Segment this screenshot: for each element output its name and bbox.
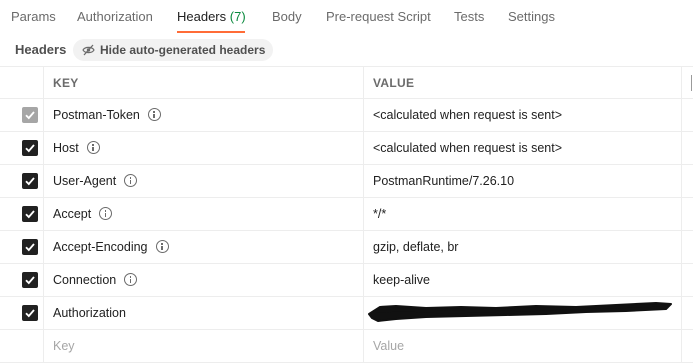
eye-off-icon: [82, 44, 95, 56]
header-value-cell[interactable]: gzip, deflate, br: [364, 231, 682, 264]
redacted-scribble: [368, 302, 672, 322]
header-key-cell[interactable]: Accept-Encoding: [44, 231, 364, 264]
row-checkbox[interactable]: [22, 272, 38, 288]
hide-auto-generated-headers-label: Hide auto-generated headers: [100, 43, 266, 57]
row-checkbox[interactable]: [22, 107, 38, 123]
table-row: Accept */*: [0, 198, 693, 231]
check-icon: [25, 144, 35, 153]
row-checkbox[interactable]: [22, 173, 38, 189]
header-value-cell[interactable]: keep-alive: [364, 264, 682, 297]
tab-authorization[interactable]: Authorization: [77, 9, 153, 24]
header-key: User-Agent: [53, 174, 117, 188]
table-row: Postman-Token <calculated when request i…: [0, 99, 693, 132]
row-checkbox[interactable]: [22, 140, 38, 156]
header-key-cell[interactable]: User-Agent: [44, 165, 364, 198]
tab-params[interactable]: Params: [11, 9, 56, 24]
header-key: Accept-Encoding: [53, 240, 148, 254]
active-tab-indicator: [177, 31, 245, 33]
header-value-cell[interactable]: <calculated when request is sent>: [364, 99, 682, 132]
check-icon: [25, 276, 35, 285]
header-key-cell[interactable]: Host: [44, 132, 364, 165]
table-row: Authorization: [0, 297, 693, 330]
new-header-row: Key Value: [0, 330, 693, 363]
key-column-header: KEY: [44, 67, 364, 100]
new-value-input[interactable]: Value: [364, 330, 682, 363]
header-key-cell[interactable]: Authorization: [44, 297, 364, 330]
info-icon[interactable]: [124, 174, 138, 187]
table-row: Connection keep-alive: [0, 264, 693, 297]
info-icon[interactable]: [155, 240, 169, 253]
header-value-cell[interactable]: [364, 297, 682, 330]
tab-headers-label: Headers: [177, 9, 227, 24]
header-value-cell[interactable]: <calculated when request is sent>: [364, 132, 682, 165]
check-icon: [25, 243, 35, 252]
header-key-cell[interactable]: Accept: [44, 198, 364, 231]
new-key-input[interactable]: Key: [44, 330, 364, 363]
header-key: Host: [53, 141, 79, 155]
hide-auto-generated-headers-button[interactable]: Hide auto-generated headers: [73, 39, 274, 61]
headers-section-title: Headers: [15, 42, 67, 57]
tab-headers[interactable]: Headers (7): [177, 9, 246, 24]
check-icon: [25, 210, 35, 219]
info-icon[interactable]: [124, 273, 138, 286]
header-key: Postman-Token: [53, 108, 140, 122]
row-checkbox[interactable]: [22, 239, 38, 255]
request-tabs: Params Authorization Headers (7) Body Pr…: [0, 0, 693, 34]
header-value-cell[interactable]: PostmanRuntime/7.26.10: [364, 165, 682, 198]
row-checkbox[interactable]: [22, 305, 38, 321]
check-icon: [25, 309, 35, 318]
header-value-cell[interactable]: */*: [364, 198, 682, 231]
header-key: Connection: [53, 273, 117, 287]
table-row: Accept-Encoding gzip, deflate, br: [0, 231, 693, 264]
column-resize-handle[interactable]: [682, 67, 693, 100]
info-icon[interactable]: [99, 207, 113, 220]
check-icon: [25, 111, 35, 120]
headers-toolbar: Headers Hide auto-generated headers: [0, 34, 693, 66]
tab-body[interactable]: Body: [272, 9, 302, 24]
row-checkbox[interactable]: [22, 206, 38, 222]
headers-count-badge: (7): [229, 9, 246, 24]
tab-tests[interactable]: Tests: [454, 9, 484, 24]
info-icon[interactable]: [86, 141, 100, 154]
value-column-header: VALUE: [364, 67, 682, 100]
table-row: Host <calculated when request is sent>: [0, 132, 693, 165]
tab-pre-request-script[interactable]: Pre-request Script: [326, 9, 431, 24]
tab-settings[interactable]: Settings: [508, 9, 555, 24]
header-key-cell[interactable]: Connection: [44, 264, 364, 297]
info-icon[interactable]: [147, 108, 161, 121]
check-icon: [25, 177, 35, 186]
table-row: User-Agent PostmanRuntime/7.26.10: [0, 165, 693, 198]
header-key-cell[interactable]: Postman-Token: [44, 99, 364, 132]
header-key: Accept: [53, 207, 92, 221]
table-header-row: KEY VALUE: [0, 66, 693, 100]
